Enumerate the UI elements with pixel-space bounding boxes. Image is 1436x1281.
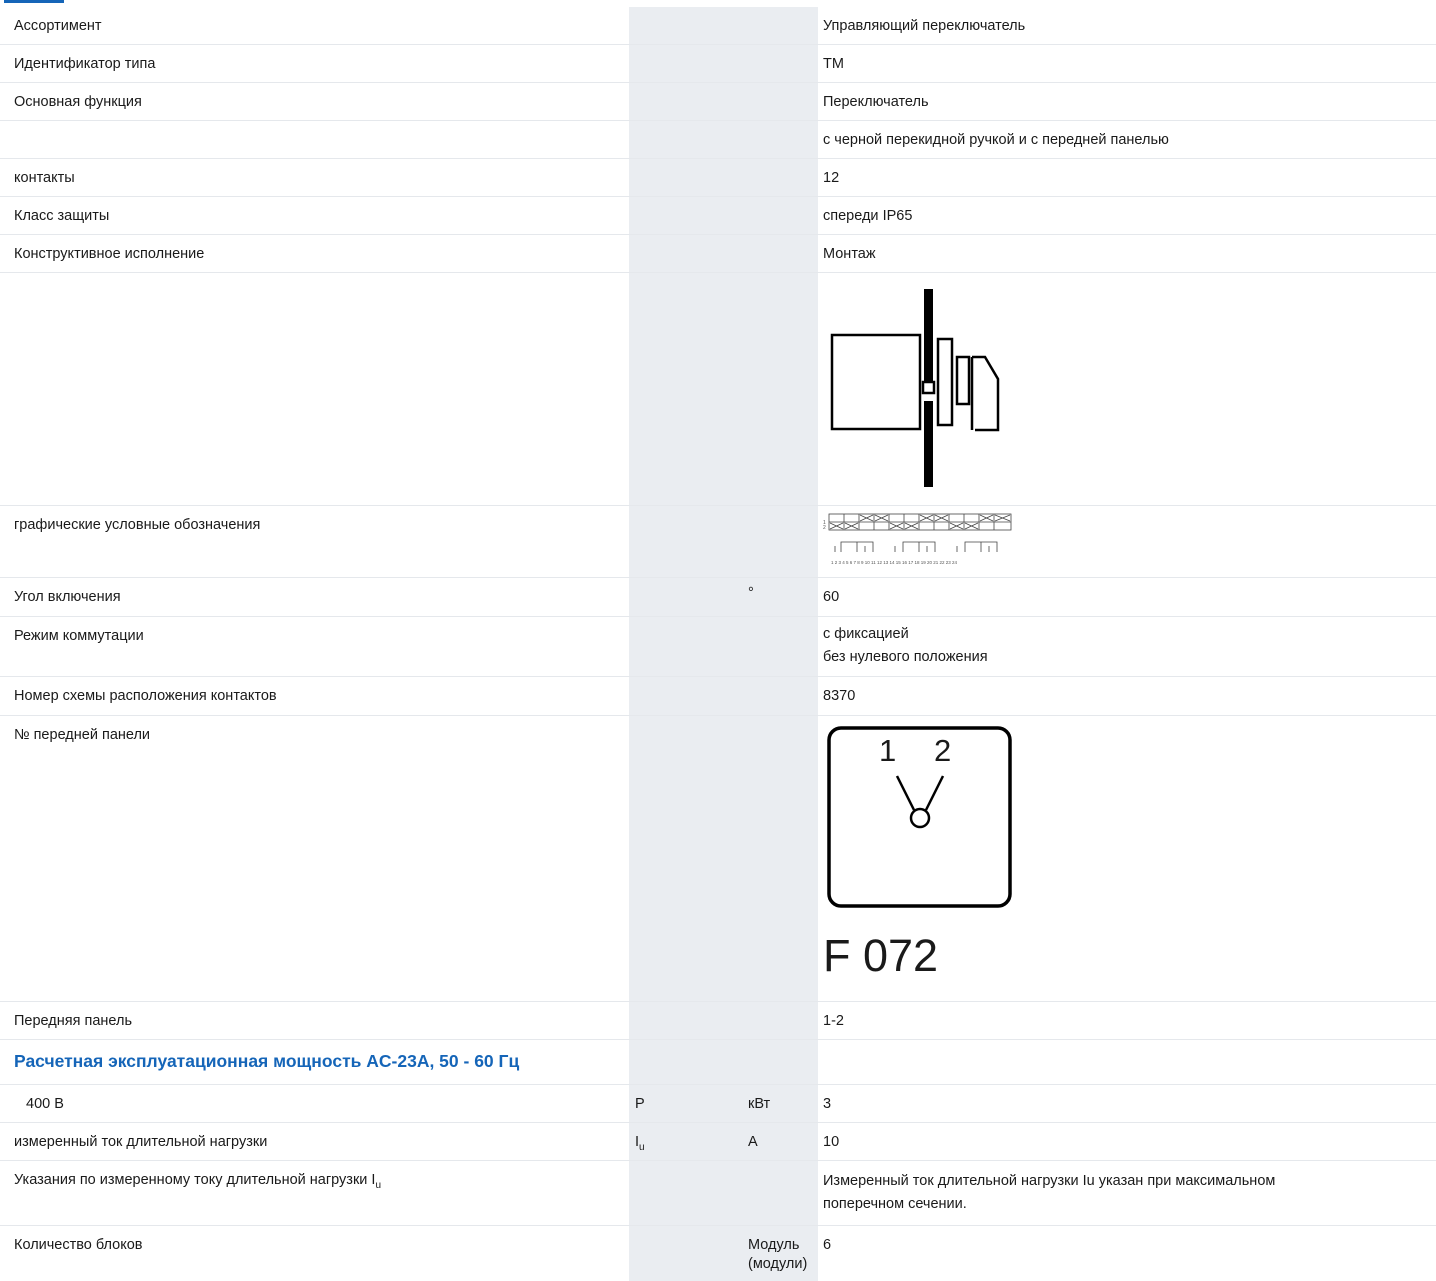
section-header-row: Расчетная эксплуатационная мощность AC-2… [0,1040,1436,1085]
spec-label: Идентификатор типа [14,56,156,72]
spec-value: 12 [823,170,840,186]
spec-label: Угол включения [14,589,121,605]
symbol-subscript: u [639,1142,645,1153]
spec-label: Ассортимент [14,18,102,34]
svg-text:1 2 3 4 5 6 7 8 9 10 11 12 13: 1 2 3 4 5 6 7 8 9 10 11 12 13 14 15 16 1… [831,560,958,565]
spec-value: Переключатель [823,94,929,110]
spec-row-construction: Конструктивное исполнение Монтаж [0,235,1436,273]
spec-row-front-plate: Передняя панель 1-2 [0,1002,1436,1040]
spec-value: с черной перекидной ручкой и с передней … [823,132,1169,148]
spec-unit: A [748,1134,758,1150]
spec-row-contact-scheme: Номер схемы расположения контактов 8370 [0,677,1436,716]
spec-label: Режим коммутации [14,628,144,644]
spec-row-angle: Угол включения ° 60 [0,578,1436,617]
spec-value: 8370 [823,688,856,704]
spec-label: Указания по измеренному току длительной … [14,1171,614,1195]
spec-value: Монтаж [823,246,876,262]
power-row-400v: 400 В P кВт 3 [0,1085,1436,1123]
spec-value: Управляющий переключатель [823,18,1026,34]
spec-value: 10 [823,1134,840,1150]
spec-row-function-detail: с черной перекидной ручкой и с передней … [0,121,1436,159]
label-subscript: u [375,1180,382,1191]
spec-value: TM [823,56,844,72]
switch-mounting-diagram-icon [830,289,1000,487]
spec-row-switching-mode: Режим коммутации с фиксацией без нулевог… [0,617,1436,677]
spec-row-protection: Класс защиты спереди IP65 [0,197,1436,235]
spec-label: Номер схемы расположения контактов [14,688,277,704]
section-title: Расчетная эксплуатационная мощность AC-2… [14,1051,520,1071]
top-accent-bar [0,0,1436,7]
front-plate-code: F 072 [823,930,939,981]
spec-row-assortment: Ассортимент Управляющий переключатель [0,7,1436,45]
spec-label: Основная функция [14,94,142,110]
spec-label: № передней панели [14,727,151,743]
spec-row-mounting-image [0,273,1436,506]
spec-value: спереди IP65 [823,208,913,224]
spec-row-symbols: графические условные обозначения 1 2 1 2… [0,506,1436,578]
spec-symbol: P [635,1096,645,1112]
front-plate-label-1: 1 [879,733,897,768]
label-main: Указания по измеренному току длительной … [14,1172,376,1188]
spec-value: 6 [823,1237,832,1253]
spec-label: Передняя панель [14,1013,133,1029]
spec-value: 60 [823,589,840,605]
spec-unit: кВт [748,1096,771,1112]
spec-symbol: Iu [635,1133,725,1157]
contact-diagram-icon: 12 1 2 3 4 5 6 7 8 9 10 11 12 13 14 15 1… [823,513,1012,565]
spec-unit: ° [748,585,754,601]
spec-value: Измеренный ток длительной нагрузки Iu ук… [823,1173,1276,1212]
svg-text:2: 2 [823,525,826,531]
power-row-current-note: Указания по измеренному току длительной … [0,1161,1436,1226]
spec-row-contacts: контакты 12 [0,159,1436,197]
spec-label: Количество блоков [14,1237,143,1253]
spec-label: измеренный ток длительной нагрузки [14,1134,268,1150]
spec-row-front-plate-number: № передней панели 1 2 F 072 [0,716,1436,1002]
spec-label: графические условные обозначения [14,517,261,533]
spec-value: с фиксацией без нулевого положения [823,626,988,665]
front-plate-icon [827,726,1012,908]
spec-value: 1-2 [823,1013,844,1029]
spec-label: 400 В [26,1096,64,1112]
spec-value: 3 [823,1096,832,1112]
spec-label: контакты [14,170,75,186]
spec-row-type: Идентификатор типа TM [0,45,1436,83]
spec-label: Конструктивное исполнение [14,246,205,262]
spec-label: Класс защиты [14,208,110,224]
spec-row-function: Основная функция Переключатель [0,83,1436,121]
power-row-rated-current: измеренный ток длительной нагрузки Iu A … [0,1123,1436,1161]
front-plate-label-2: 2 [934,733,952,768]
accent-strip [4,0,64,3]
power-row-modules: Количество блоков Модуль (модули) 6 [0,1226,1436,1281]
spec-unit: Модуль (модули) [748,1237,808,1272]
